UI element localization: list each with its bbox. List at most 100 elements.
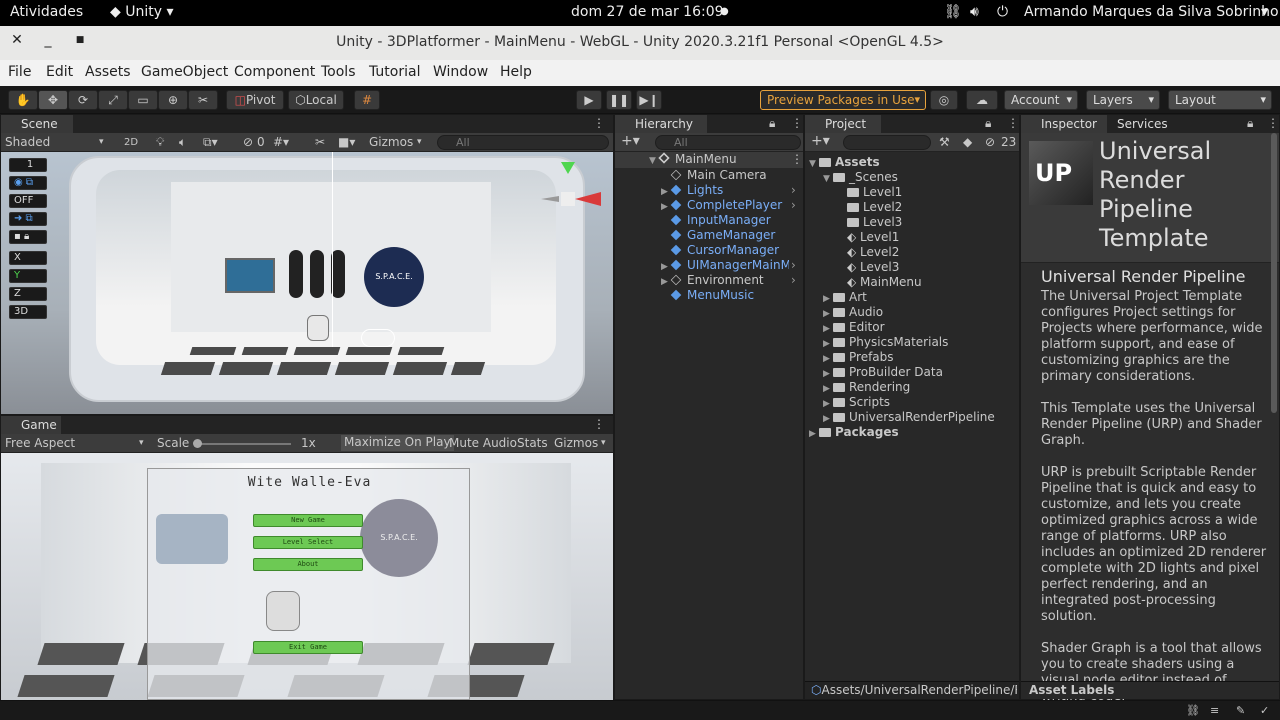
gizmo-btn-1[interactable]: 1 xyxy=(9,158,47,172)
project-item[interactable]: ▶ Audio xyxy=(805,305,1019,320)
menu-tools[interactable]: Tools xyxy=(321,64,356,80)
view-eye-icon[interactable]: ◉ ⧉ xyxy=(9,176,47,190)
gizmo-btn-z[interactable]: Z xyxy=(9,287,47,301)
project-search-input[interactable] xyxy=(843,135,931,150)
project-item[interactable]: ▶ Prefabs xyxy=(805,350,1019,365)
hierarchy-item[interactable]: ▶ CompletePlayer › xyxy=(615,198,803,213)
tools-icon[interactable]: ✂ xyxy=(315,135,325,150)
maximize-on-play-toggle[interactable]: Maximize On Play xyxy=(341,435,454,451)
preview-packages-dropdown[interactable]: Preview Packages in Use xyxy=(760,90,926,110)
menu-help[interactable]: Help xyxy=(500,64,532,80)
hierarchy-item[interactable]: ▶ UIManagerMainMe › xyxy=(615,258,803,273)
hierarchy-item[interactable]: GameManager xyxy=(615,228,803,243)
scale-tool-icon[interactable]: ⤢ xyxy=(98,90,128,110)
pivot-toggle[interactable]: ◫Pivot xyxy=(226,90,284,110)
status-progress-icon[interactable]: ≡ xyxy=(1210,703,1219,718)
status-auto-refresh-icon[interactable]: ✓ xyxy=(1260,703,1269,718)
project-item[interactable]: ⬖ Level3 xyxy=(805,260,1019,275)
cloud-icon[interactable]: ☁ xyxy=(966,90,998,110)
project-menu-icon[interactable]: ⋮ xyxy=(1007,116,1019,131)
play-icon[interactable]: ▶ xyxy=(576,90,602,110)
activities-button[interactable]: Atividades xyxy=(10,4,83,20)
project-item[interactable]: ▶ PhysicsMaterials xyxy=(805,335,1019,350)
hierarchy-lock-icon[interactable]: 🔒︎ xyxy=(769,116,775,131)
camera-icon[interactable]: ■▾ xyxy=(338,135,355,150)
project-item[interactable]: ⬖ Level1 xyxy=(805,230,1019,245)
game-viewport[interactable]: Wite Walle-Eva S.P.A.C.E. New Game Level… xyxy=(1,453,613,702)
rect-tool-icon[interactable]: ▭ xyxy=(128,90,158,110)
mute-audio-toggle[interactable]: Mute Audio xyxy=(449,436,517,451)
project-item[interactable]: ▶ ProBuilder Data xyxy=(805,365,1019,380)
scale-slider[interactable] xyxy=(196,443,291,445)
layout-dropdown[interactable]: Layout xyxy=(1168,90,1272,110)
filter-type-icon[interactable]: ⚒ xyxy=(939,135,950,150)
shading-arrow-icon[interactable]: ▾ xyxy=(99,135,104,150)
user-menu-arrow-icon[interactable]: ▾ xyxy=(1261,4,1268,20)
volume-icon[interactable]: 🔊︎ xyxy=(970,4,979,20)
level-select-button[interactable]: Level Select xyxy=(253,536,363,549)
project-item[interactable]: ⬖ MainMenu xyxy=(805,275,1019,290)
aspect-dropdown[interactable]: Free Aspect xyxy=(5,436,75,451)
prefab-open-chevron-icon[interactable]: › xyxy=(791,273,796,288)
rotate-tool-icon[interactable]: ⟳ xyxy=(68,90,98,110)
scale-slider-handle[interactable] xyxy=(193,439,202,448)
gizmo-btn-3d[interactable]: 3D xyxy=(9,305,47,319)
prefab-open-chevron-icon[interactable]: › xyxy=(791,183,796,198)
about-button[interactable]: About xyxy=(253,558,363,571)
inspector-lock-icon[interactable]: 🔒︎ xyxy=(1247,116,1253,131)
hand-tool-icon[interactable]: ✋ xyxy=(8,90,38,110)
tab-inspector[interactable]: Inspector xyxy=(1021,115,1107,133)
game-menu-icon[interactable]: ⋮ xyxy=(593,417,605,432)
effects-icon[interactable]: ⧉▾ xyxy=(203,135,218,150)
project-item[interactable]: ▶ Art xyxy=(805,290,1019,305)
new-game-button[interactable]: New Game xyxy=(253,514,363,527)
project-item[interactable]: ▼ _Scenes xyxy=(805,170,1019,185)
status-debug-icon[interactable]: ✎ xyxy=(1236,703,1245,718)
project-item[interactable]: Level3 xyxy=(805,215,1019,230)
app-menu[interactable]: ◆ Unity ▾ xyxy=(110,4,174,20)
prefab-open-chevron-icon[interactable]: › xyxy=(791,258,796,273)
stats-toggle[interactable]: Stats xyxy=(517,436,548,451)
project-add-icon[interactable]: +▾ xyxy=(811,134,830,149)
hierarchy-item[interactable]: Main Camera xyxy=(615,168,803,183)
gizmo-btn-x[interactable]: X xyxy=(9,251,47,265)
pause-icon[interactable]: ❚❚ xyxy=(606,90,632,110)
grid-snap-icon[interactable]: # xyxy=(354,90,380,110)
hidden-packages-icon[interactable]: ⊘ xyxy=(985,135,995,150)
project-item[interactable]: ▶ Editor xyxy=(805,320,1019,335)
power-icon[interactable]: ⏻ xyxy=(997,4,1008,20)
tab-services[interactable]: Services xyxy=(1109,115,1181,133)
project-item[interactable]: ▶ Packages xyxy=(805,425,1019,440)
project-item[interactable]: ▶ UniversalRenderPipeline xyxy=(805,410,1019,425)
tab-game[interactable]: Game xyxy=(1,416,61,434)
menu-gameobject[interactable]: GameObject xyxy=(141,64,228,80)
hierarchy-search-input[interactable]: All xyxy=(655,135,801,150)
user-name[interactable]: Armando Marques da Silva Sobrinho xyxy=(1024,4,1279,20)
gizmo-btn-off[interactable]: OFF xyxy=(9,194,47,208)
aspect-arrow-icon[interactable]: ▾ xyxy=(139,436,144,451)
hierarchy-menu-icon[interactable]: ⋮ xyxy=(791,116,803,131)
tab-project[interactable]: Project xyxy=(805,115,881,133)
menu-tutorial[interactable]: Tutorial xyxy=(369,64,420,80)
project-item[interactable]: Level1 xyxy=(805,185,1019,200)
menu-window[interactable]: Window xyxy=(433,64,488,80)
hierarchy-scene-row[interactable]: ▼ MainMenu ⋮ xyxy=(615,152,803,168)
network-icon[interactable]: ⛓ xyxy=(944,4,962,20)
tab-hierarchy[interactable]: Hierarchy xyxy=(615,115,707,133)
audio-icon[interactable]: 🔈︎ xyxy=(179,135,186,150)
shading-dropdown[interactable]: Shaded xyxy=(5,135,50,150)
scene-viewport[interactable]: S.P.A.C.E. 1 ◉ ⧉ OFF ➜ ⧉ ▪ 🔒︎ X Y Z 3D xyxy=(1,152,613,414)
hierarchy-item[interactable]: ▶ Lights › xyxy=(615,183,803,198)
hierarchy-item[interactable]: CursorManager xyxy=(615,243,803,258)
menu-edit[interactable]: Edit xyxy=(46,64,73,80)
prefab-open-chevron-icon[interactable]: › xyxy=(791,198,796,213)
project-item[interactable]: ▼ Assets xyxy=(805,155,1019,170)
project-item[interactable]: ▶ Scripts xyxy=(805,395,1019,410)
gizmos-arrow-icon[interactable]: ▾ xyxy=(417,135,422,150)
exit-game-button[interactable]: Exit Game xyxy=(253,641,363,654)
hierarchy-item[interactable]: ▶ Environment › xyxy=(615,273,803,288)
inspector-scrollbar[interactable] xyxy=(1271,133,1277,413)
2d-toggle[interactable]: 2D xyxy=(124,135,138,150)
grid-icon[interactable]: #▾ xyxy=(273,135,289,150)
custom-tool-icon[interactable]: ✂ xyxy=(188,90,218,110)
